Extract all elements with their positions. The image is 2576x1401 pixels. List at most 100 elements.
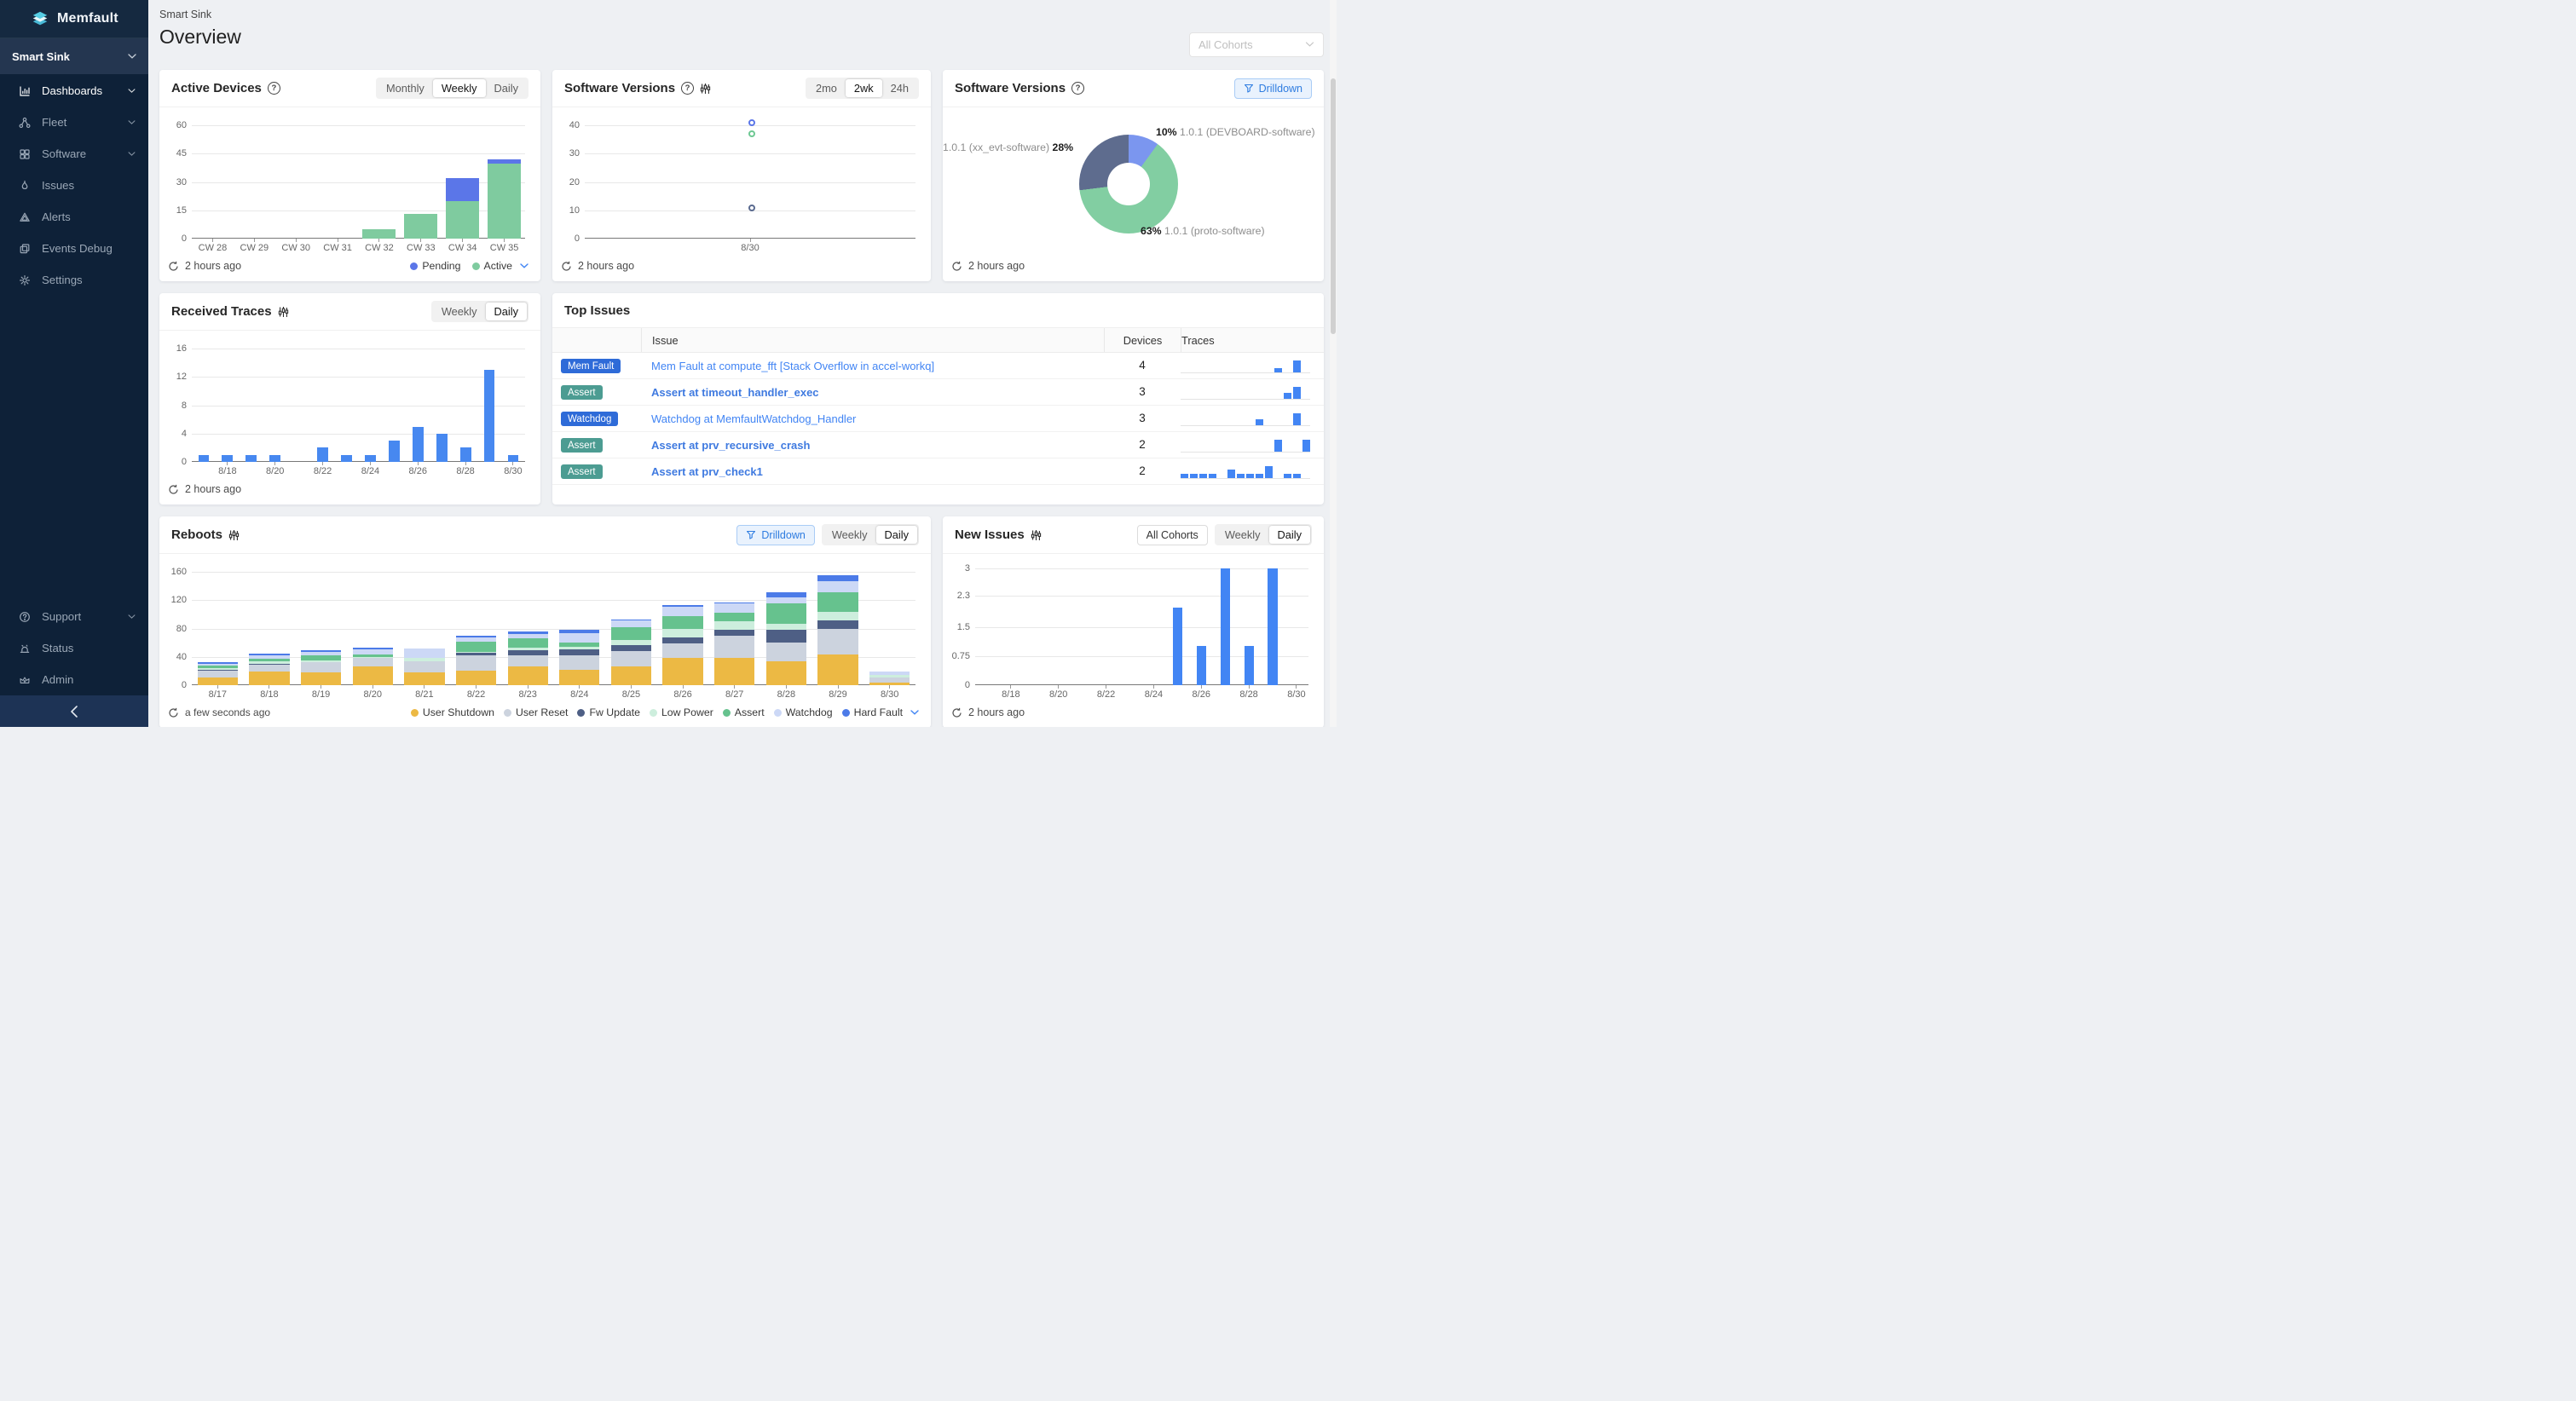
sidebar-item-label: Fleet — [42, 116, 66, 129]
chart-legend: Pending Active — [410, 260, 512, 272]
drilldown-button[interactable]: Drilldown — [736, 525, 814, 545]
sidebar-item-issues[interactable]: Issues — [0, 170, 148, 201]
candlestick-chart-icon[interactable] — [1031, 529, 1042, 541]
x-tick-label: 8/20 — [1047, 685, 1071, 700]
x-tick-label — [1071, 685, 1095, 700]
legend-expand-icon[interactable] — [520, 263, 528, 269]
active-devices-card: Active Devices Monthly Weekly Daily 6045… — [159, 70, 540, 281]
project-selector[interactable]: Smart Sink — [0, 38, 148, 74]
issue-link[interactable]: Mem Fault at compute_fft [Stack Overflow… — [651, 360, 1104, 372]
sidebar-item-status[interactable]: Status — [0, 632, 148, 664]
y-tick-label: 15 — [176, 205, 187, 216]
legend-item[interactable]: User Shutdown — [411, 706, 494, 718]
y-tick-label: 0 — [182, 680, 187, 690]
sidebar-item-dashboards[interactable]: Dashboards — [0, 75, 148, 107]
y-tick-label: 20 — [569, 177, 580, 187]
x-tick-label — [192, 462, 216, 477]
toggle-monthly[interactable]: Monthly — [378, 79, 433, 97]
help-icon[interactable] — [681, 82, 694, 95]
toggle-daily[interactable]: Daily — [876, 526, 917, 544]
legend-item[interactable]: Active — [472, 260, 513, 272]
donut-ring[interactable] — [1079, 135, 1178, 234]
sidebar-nav: Dashboards Fleet — [0, 74, 148, 296]
issue-link[interactable]: Watchdog at MemfaultWatchdog_Handler — [651, 412, 1104, 425]
sidebar-item-fleet[interactable]: Fleet — [0, 107, 148, 138]
reboots-chart: 160120804008/178/188/198/208/218/228/238… — [166, 561, 919, 700]
funnel-icon — [1244, 84, 1254, 94]
y-tick-label: 8 — [182, 401, 187, 411]
refresh-icon[interactable] — [561, 261, 572, 272]
breadcrumb[interactable]: Smart Sink — [159, 9, 1324, 20]
legend-item[interactable]: Watchdog — [774, 706, 833, 718]
traces-sparkline — [1181, 438, 1310, 453]
bar — [484, 337, 495, 462]
candlestick-chart-icon[interactable] — [700, 83, 711, 95]
y-tick-label: 16 — [176, 343, 187, 354]
toggle-daily[interactable]: Daily — [1269, 526, 1310, 544]
toggle-2mo[interactable]: 2mo — [807, 79, 846, 97]
scrollbar-thumb[interactable] — [1331, 78, 1336, 334]
legend-item[interactable]: Pending — [410, 260, 460, 272]
toggle-weekly[interactable]: Weekly — [823, 526, 876, 544]
candlestick-chart-icon[interactable] — [228, 529, 240, 541]
y-tick-label: 160 — [171, 567, 187, 577]
memfault-logo[interactable]: Memfault — [0, 0, 148, 38]
x-tick-label: CW 30 — [275, 239, 317, 254]
toggle-daily[interactable]: Daily — [486, 303, 527, 320]
candlestick-chart-icon[interactable] — [278, 306, 289, 318]
issue-row: AssertAssert at prv_recursive_crash2 — [552, 432, 1324, 458]
toggle-weekly[interactable]: Weekly — [433, 79, 486, 97]
drilldown-button[interactable]: Drilldown — [1234, 78, 1312, 99]
bar — [1101, 561, 1111, 685]
y-tick-label: 10 — [569, 205, 580, 216]
issue-link[interactable]: Assert at prv_recursive_crash — [651, 439, 1104, 452]
sidebar-item-alerts[interactable]: Alerts — [0, 201, 148, 233]
card-title: Software Versions — [564, 81, 675, 95]
help-icon[interactable] — [268, 82, 280, 95]
legend-item[interactable]: Assert — [723, 706, 765, 718]
toggle-2wk[interactable]: 2wk — [846, 79, 882, 97]
refresh-icon[interactable] — [168, 484, 179, 495]
sidebar-item-settings[interactable]: Settings — [0, 264, 148, 296]
legend-item[interactable]: Low Power — [650, 706, 713, 718]
refresh-icon[interactable] — [951, 707, 962, 718]
sidebar-item-events-debug[interactable]: Events Debug — [0, 233, 148, 264]
legend-item[interactable]: Hard Fault — [842, 706, 903, 718]
all-cohorts-button[interactable]: All Cohorts — [1137, 525, 1208, 545]
sidebar-item-admin[interactable]: Admin — [0, 664, 148, 695]
issue-link[interactable]: Assert at prv_check1 — [651, 465, 1104, 478]
x-tick-label: 8/18 — [216, 462, 240, 477]
sidebar-collapse-button[interactable] — [0, 695, 148, 727]
toggle-daily[interactable]: Daily — [486, 79, 527, 97]
help-circle-icon — [18, 610, 32, 624]
sidebar-item-software[interactable]: Software — [0, 138, 148, 170]
scrollbar[interactable] — [1330, 0, 1337, 727]
toggle-weekly[interactable]: Weekly — [433, 303, 486, 320]
x-tick-label — [1023, 685, 1047, 700]
gridline — [585, 153, 915, 154]
issue-link[interactable]: Assert at timeout_handler_exec — [651, 386, 1104, 399]
legend-item[interactable]: Fw Update — [577, 706, 639, 718]
gridline — [585, 238, 915, 239]
help-icon[interactable] — [1071, 82, 1084, 95]
legend-expand-icon[interactable] — [910, 710, 919, 716]
all-cohorts-select[interactable]: All Cohorts — [1189, 32, 1324, 57]
y-tick-label: 40 — [176, 652, 187, 662]
refresh-icon[interactable] — [951, 261, 962, 272]
toggle-weekly[interactable]: Weekly — [1216, 526, 1269, 544]
sidebar: Memfault Smart Sink Dashboards — [0, 0, 148, 727]
dashboard-grid: Active Devices Monthly Weekly Daily 6045… — [159, 70, 1324, 727]
issue-type-badge: Assert — [561, 464, 603, 479]
software-versions-timeline-card: Software Versions 2mo 2wk 24h — [552, 70, 931, 281]
bar — [1149, 561, 1158, 685]
y-tick-label: 30 — [569, 148, 580, 159]
y-tick-label: 1.5 — [957, 622, 970, 632]
refresh-icon[interactable] — [168, 707, 179, 718]
sidebar-item-support[interactable]: Support — [0, 601, 148, 632]
legend-item[interactable]: User Reset — [504, 706, 569, 718]
legend-dot — [410, 262, 418, 270]
legend-dot — [842, 709, 850, 717]
refresh-icon[interactable] — [168, 261, 179, 272]
y-tick-label: 0 — [965, 680, 970, 690]
toggle-24h[interactable]: 24h — [882, 79, 917, 97]
